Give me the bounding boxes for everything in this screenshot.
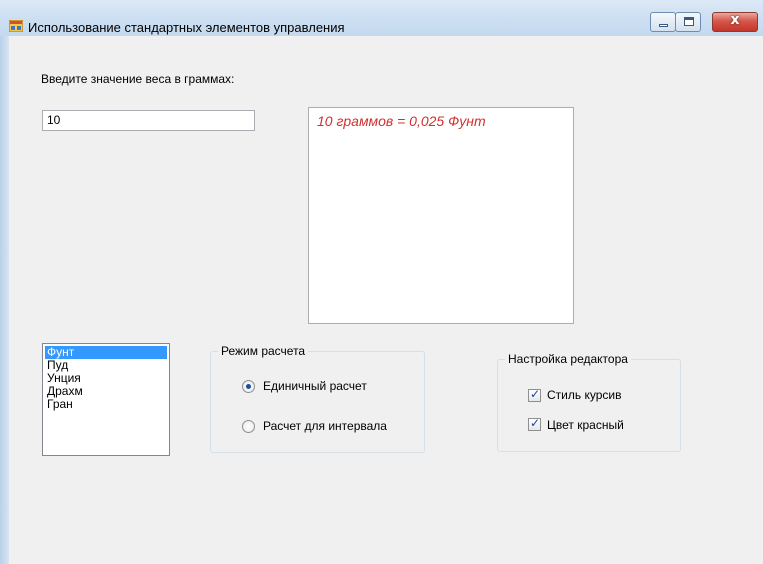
app-icon [9,20,23,32]
italic-style-checkbox[interactable]: ✓ [528,387,541,402]
single-calc-radio[interactable] [242,380,255,393]
maximize-icon [684,17,694,26]
units-listbox[interactable]: Фунт Пуд Унция Драхм Гран [42,343,170,456]
title-bar[interactable]: Использование стандартных элементов упра… [0,0,763,36]
weight-input[interactable]: 10 [42,110,255,131]
result-textbox[interactable]: 10 граммов = 0,025 Фунт [308,107,574,324]
minimize-icon [659,24,668,27]
close-icon: x [730,12,740,28]
red-color-checkbox[interactable]: ✓ [528,416,541,431]
calc-mode-group [210,351,425,453]
calc-mode-title: Режим расчета [218,344,309,358]
close-button[interactable]: x [712,12,758,32]
red-color-label[interactable]: Цвет красный [547,418,624,432]
radio-selected-dot [246,384,251,389]
italic-style-label[interactable]: Стиль курсив [547,388,621,402]
weight-prompt-label: Введите значение веса в граммах: [41,72,235,86]
app-window: Использование стандартных элементов упра… [0,0,763,564]
editor-settings-title: Настройка редактора [505,352,631,366]
interval-calc-radio[interactable] [242,420,255,433]
checkmark-icon: ✓ [529,387,541,401]
window-frame [0,0,9,564]
window-title: Использование стандартных элементов упра… [28,20,345,35]
checkmark-icon: ✓ [529,416,541,430]
maximize-button[interactable] [675,12,701,32]
minimize-button[interactable] [650,12,676,32]
weight-input-value: 10 [47,113,61,127]
interval-calc-label[interactable]: Расчет для интервала [263,419,387,433]
editor-settings-group [497,359,681,452]
result-text: 10 граммов = 0,025 Фунт [317,113,486,129]
single-calc-label[interactable]: Единичный расчет [263,379,367,393]
list-item-gran[interactable]: Гран [45,398,167,411]
